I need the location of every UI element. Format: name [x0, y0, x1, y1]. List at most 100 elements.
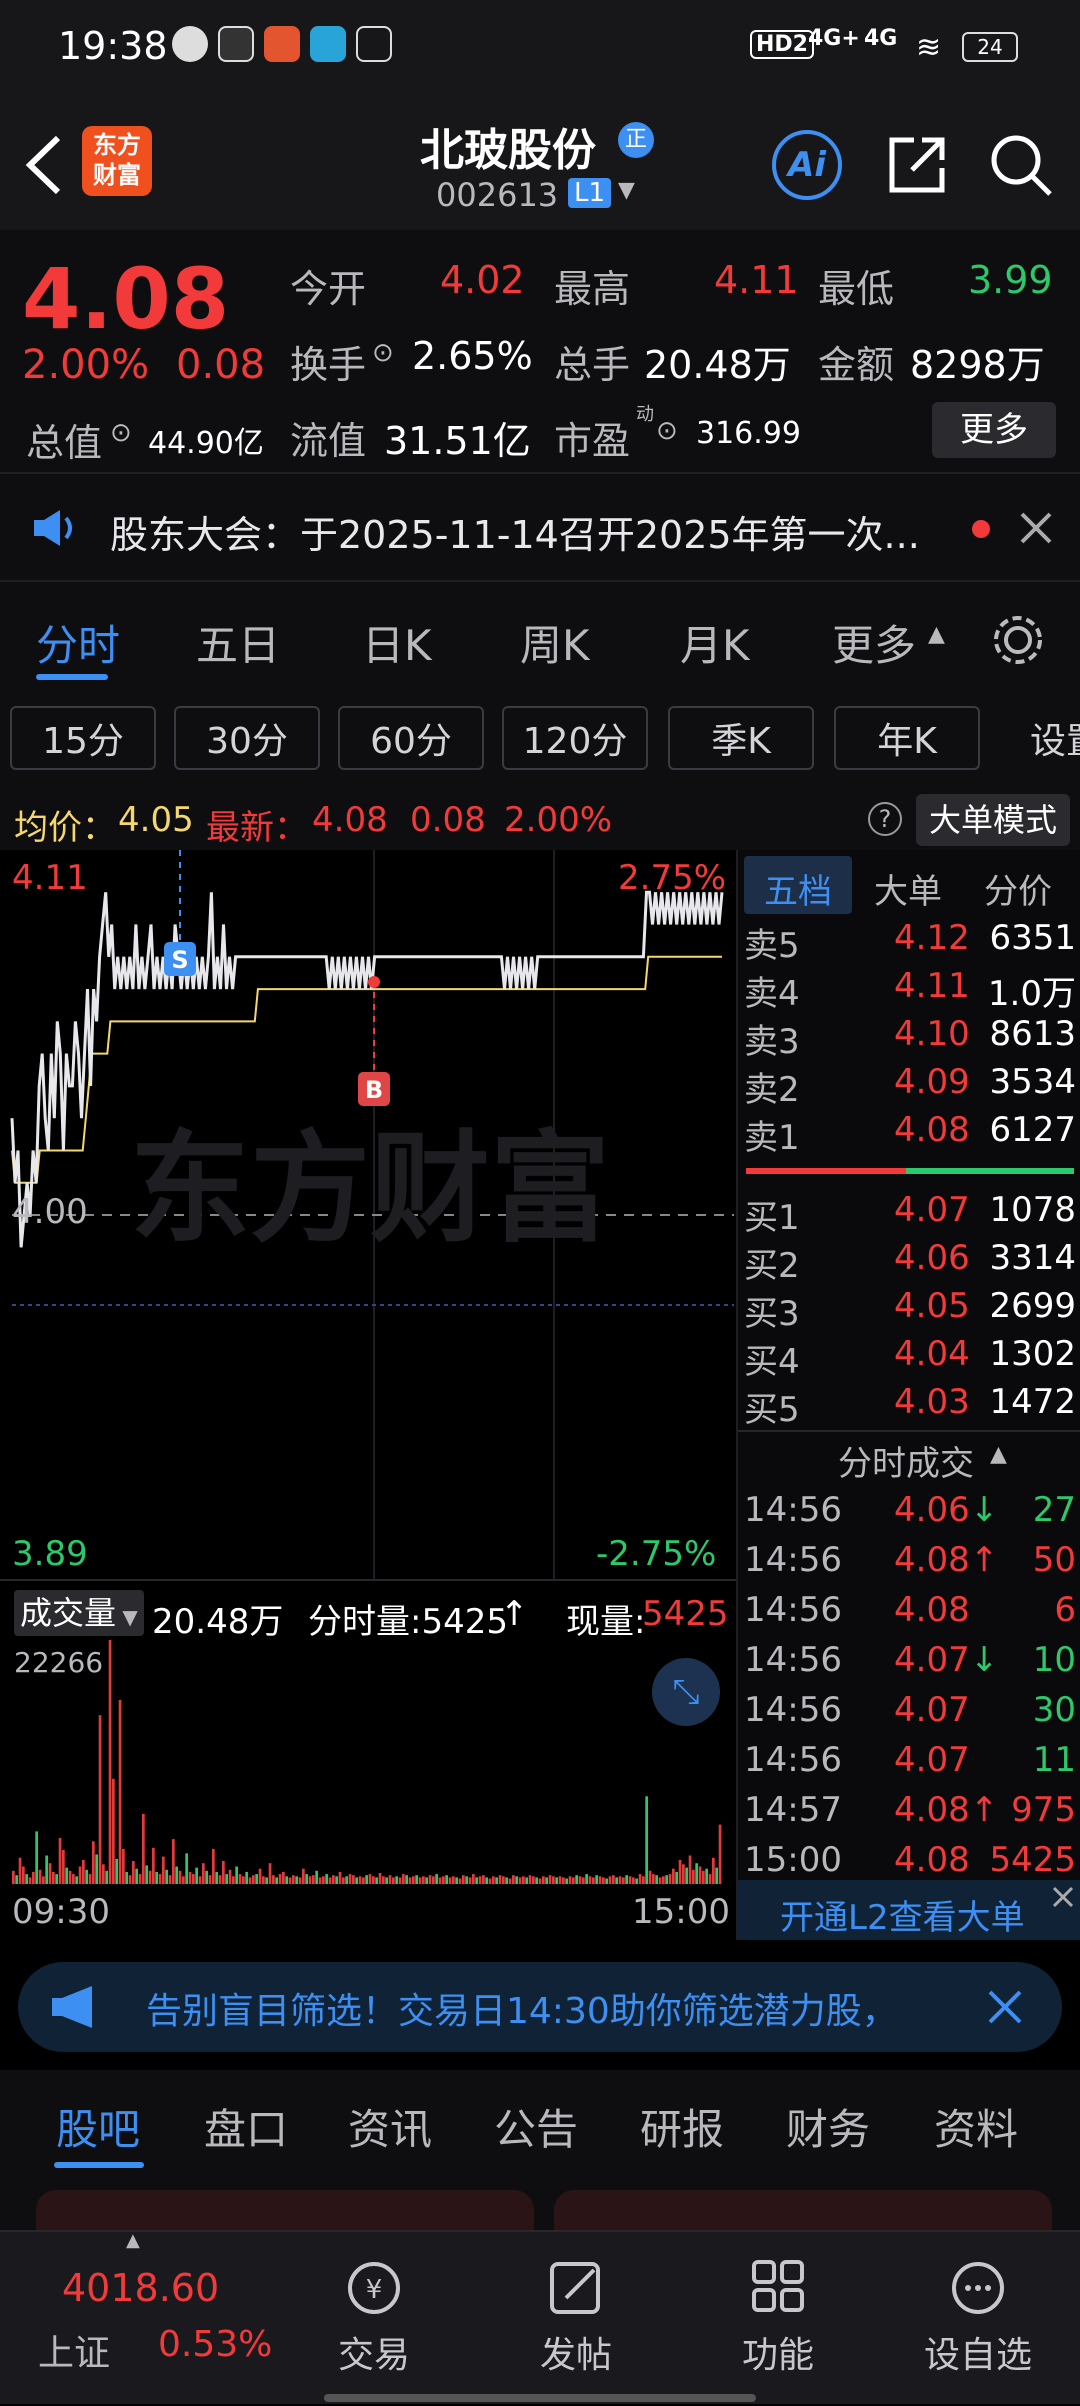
buy-marker: B	[358, 1072, 390, 1106]
volume-bar	[672, 1868, 675, 1884]
ticks-title[interactable]: 分时成交	[838, 1436, 974, 1485]
volume-bar	[345, 1876, 348, 1884]
bid-row[interactable]: 买2 4.06 3314	[738, 1238, 1080, 1286]
time-start: 09:30	[12, 1892, 110, 1932]
volume-bar	[415, 1875, 418, 1884]
index-value[interactable]: 4018.60	[62, 2266, 219, 2310]
tab-forum[interactable]: 股吧	[56, 2096, 140, 2157]
l2-banner[interactable]: 开通L2查看大单	[738, 1880, 1080, 1940]
share-icon[interactable]	[884, 132, 950, 198]
ask-row[interactable]: 卖4 4.11 1.0万	[738, 966, 1080, 1014]
tab-financials[interactable]: 财务	[786, 2096, 870, 2157]
tab-news[interactable]: 资讯	[348, 2096, 432, 2157]
tab-more[interactable]: 更多	[832, 612, 916, 673]
search-icon[interactable]	[986, 130, 1056, 200]
tab-five-levels[interactable]: 五档	[764, 864, 832, 913]
index-name[interactable]: 上证	[38, 2324, 110, 2376]
volume-bar	[265, 1877, 268, 1884]
volume-bar	[268, 1863, 272, 1884]
volume-bar	[615, 1877, 618, 1884]
nav-trade[interactable]: ¥ 交易	[274, 2232, 474, 2406]
ask-row[interactable]: 卖5 4.12 6351	[738, 918, 1080, 966]
volume-bar	[48, 1863, 52, 1884]
tab-profile[interactable]: 资料	[934, 2096, 1018, 2157]
feed-card[interactable]	[36, 2190, 534, 2230]
high-dot	[368, 976, 380, 988]
notice-bar[interactable]: 股东大会：于2025-11-14召开2025年第一次...	[0, 472, 1080, 582]
volume-bar	[155, 1871, 158, 1884]
interval-15m[interactable]: 15分	[10, 706, 156, 770]
tab-month-k[interactable]: 月K	[680, 612, 750, 673]
volume-bar	[148, 1870, 152, 1884]
close-icon[interactable]	[1018, 510, 1054, 546]
back-icon[interactable]	[22, 132, 68, 198]
tick-volume: 30	[1032, 1690, 1076, 1730]
help-icon[interactable]: ?	[868, 802, 902, 836]
volume-bar	[25, 1874, 28, 1884]
volume-selector[interactable]: 成交量 ▼	[14, 1590, 144, 1636]
level-volume: 1.0万	[987, 974, 1076, 1014]
divider	[738, 1430, 1080, 1432]
volume-bar	[455, 1877, 458, 1884]
info-icon[interactable]: ⊙	[372, 338, 394, 368]
bid-row[interactable]: 买3 4.05 2699	[738, 1286, 1080, 1334]
ask-row[interactable]: 卖1 4.08 6127	[738, 1110, 1080, 1158]
interval-season-k[interactable]: 季K	[668, 706, 814, 770]
volume-bar	[405, 1875, 408, 1884]
close-icon[interactable]	[1050, 1884, 1076, 1910]
nav-post[interactable]: 发帖	[476, 2232, 676, 2406]
volume-bar	[662, 1876, 665, 1884]
tab-week-k[interactable]: 周K	[520, 612, 590, 673]
more-button[interactable]: 更多	[932, 402, 1056, 458]
info-icon[interactable]: ⊙	[656, 416, 678, 446]
interval-120m[interactable]: 120分	[502, 706, 648, 770]
ask-row[interactable]: 卖2 4.09 3534	[738, 1062, 1080, 1110]
volume-bar	[338, 1871, 342, 1884]
bid-row[interactable]: 买1 4.07 1078	[738, 1190, 1080, 1238]
tick-direction: ↑	[970, 1790, 999, 1830]
volume-bar	[212, 1848, 215, 1884]
bid-row[interactable]: 买4 4.04 1302	[738, 1334, 1080, 1382]
gear-icon[interactable]	[990, 612, 1046, 668]
level-volume: 3314	[989, 1238, 1076, 1278]
bigorder-mode-button[interactable]: 大单模式	[916, 794, 1070, 846]
nav-functions[interactable]: 功能	[678, 2232, 878, 2406]
bid-row[interactable]: 买5 4.03 1472	[738, 1382, 1080, 1430]
index-pct[interactable]: 0.53%	[158, 2324, 272, 2365]
open-value: 4.02	[440, 258, 525, 302]
nav-add-watchlist[interactable]: 设自选	[878, 2232, 1078, 2406]
interval-year-k[interactable]: 年K	[834, 706, 980, 770]
volume-bar	[258, 1868, 262, 1884]
volume-bar	[112, 1778, 115, 1884]
info-icon[interactable]: ⊙	[110, 418, 132, 448]
now-volume-label: 现量:	[566, 1602, 646, 1642]
level-price: 4.07	[894, 1190, 970, 1230]
ask-row[interactable]: 卖3 4.10 8613	[738, 1014, 1080, 1062]
volume-bar	[178, 1870, 182, 1884]
intraday-chart[interactable]: 东方财富 S B 4.11 2.75% 4.00 3.89 -2.75% 成交量 …	[0, 850, 736, 1940]
tab-five-day[interactable]: 五日	[196, 612, 280, 673]
tab-price-dist[interactable]: 分价	[984, 864, 1052, 913]
tab-handicap[interactable]: 盘口	[204, 2096, 288, 2157]
interval-30m[interactable]: 30分	[174, 706, 320, 770]
l2-link[interactable]: 开通L2查看大单	[780, 1890, 1025, 1939]
tab-announcements[interactable]: 公告	[494, 2096, 578, 2157]
tab-intraday[interactable]: 分时	[36, 612, 120, 673]
tab-day-k[interactable]: 日K	[362, 612, 432, 673]
chevron-down-icon[interactable]: ▼	[618, 178, 635, 203]
volume-bar	[318, 1877, 322, 1884]
caret-up-icon: ▲	[126, 2230, 140, 2251]
feed-card[interactable]	[554, 2190, 1052, 2230]
interval-60m[interactable]: 60分	[338, 706, 484, 770]
ai-button[interactable]: Ai	[772, 130, 842, 200]
expand-icon[interactable]: ⤡	[652, 1658, 720, 1726]
tab-research[interactable]: 研报	[640, 2096, 724, 2157]
promo-banner[interactable]: 告别盲目筛选！交易日14:30助你筛选潜力股，	[18, 1962, 1062, 2052]
megaphone-icon	[52, 1986, 92, 2028]
volume-bar	[595, 1875, 598, 1884]
close-icon[interactable]	[986, 1988, 1024, 2026]
tab-big-orders[interactable]: 大单	[874, 864, 942, 913]
level-badge[interactable]: L1	[568, 178, 612, 208]
interval-settings[interactable]: 设置	[1000, 706, 1080, 770]
content-tabs: 股吧 盘口 资讯 公告 研报 财务 资料	[0, 2070, 1080, 2180]
